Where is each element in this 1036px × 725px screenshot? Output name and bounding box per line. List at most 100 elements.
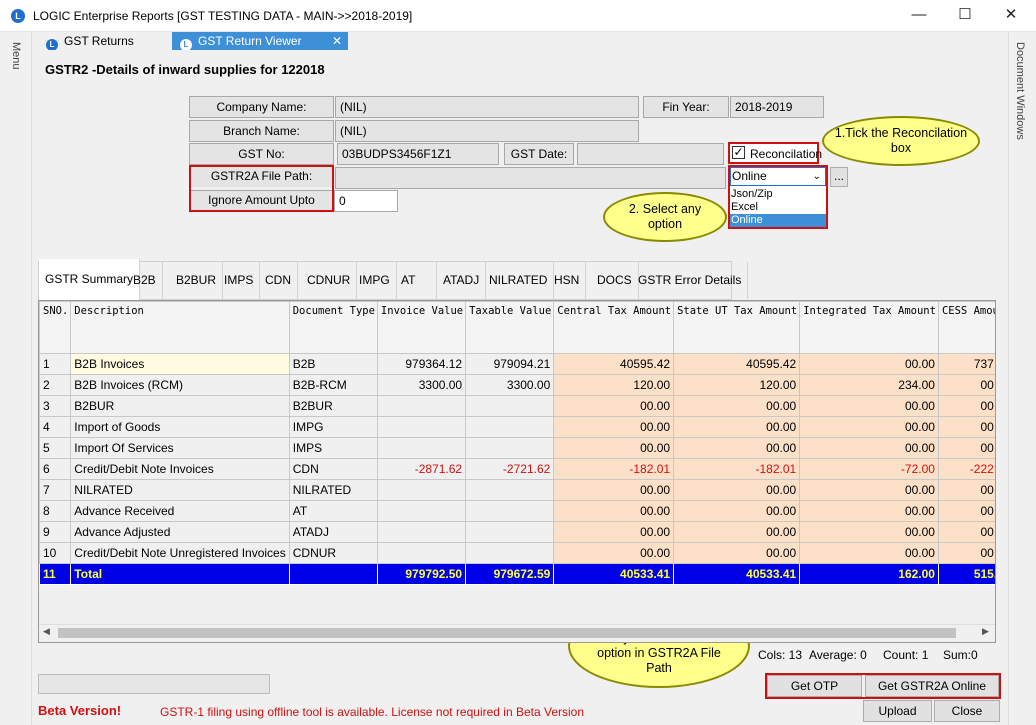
tab-gst-return-viewer[interactable]: L GST Return Viewer ✕	[172, 32, 348, 51]
tab-gst-returns[interactable]: L GST Returns	[46, 32, 134, 51]
table-cell	[465, 416, 555, 438]
file-type-select[interactable]: Online ⌄	[730, 167, 826, 186]
menu-toggle[interactable]: Menu	[10, 42, 22, 70]
minimize-button[interactable]: —	[896, 0, 942, 32]
table-cell: 00.00	[937, 416, 995, 438]
table-row[interactable]: 10 Credit/Debit Note Unregistered Invoice…	[39, 542, 995, 564]
close-window-button[interactable]: ✕	[988, 0, 1034, 32]
dropdown-option-excel[interactable]: Excel	[730, 201, 826, 214]
tab-hsn[interactable]: HSN	[548, 262, 587, 299]
table-cell: 1	[39, 353, 72, 375]
ignore-amount-label: Ignore Amount Upto	[191, 190, 332, 210]
table-cell: 979672.59	[465, 563, 555, 585]
dropdown-option-online[interactable]: Online	[730, 214, 826, 227]
table-cell: 00.00	[937, 374, 995, 396]
table-cell: 40595.42	[673, 353, 801, 375]
column-header[interactable]: Description	[70, 301, 290, 354]
tab-at[interactable]: AT	[395, 262, 437, 299]
file-type-selected-value: Online	[732, 169, 767, 183]
table-row[interactable]: 2 B2B Invoices (RCM) B2B-RCM 3300.00 3300.00…	[39, 374, 995, 396]
tab-b2b[interactable]: B2B	[127, 262, 163, 299]
column-header[interactable]: Taxable Value	[465, 301, 555, 354]
table-cell: 00.00	[553, 437, 675, 459]
table-row[interactable]: 4Import of GoodsIMPG00.0000.0000.0000.00…	[39, 416, 995, 438]
gst-no-field[interactable]: 03BUDPS3456F1Z1	[337, 143, 499, 165]
reconcilation-checkbox[interactable]: ✓	[732, 146, 745, 159]
table-cell: 00.00	[799, 479, 939, 501]
dropdown-option-json-zip[interactable]: Json/Zip	[730, 188, 826, 201]
gst-date-field[interactable]	[577, 143, 724, 165]
table-row[interactable]: 6 Credit/Debit Note Invoices CDN -2871.62 -2…	[39, 458, 995, 480]
gstr2a-file-path-field[interactable]	[335, 167, 726, 189]
file-type-dropdown-list: Json/Zip Excel Online	[730, 188, 826, 227]
table-cell: 3300.00	[465, 374, 555, 396]
document-windows-toggle[interactable]: Document Windows	[1014, 42, 1026, 140]
maximize-button[interactable]: ☐	[942, 0, 988, 32]
close-tab-icon[interactable]: ✕	[332, 32, 342, 50]
tab-cdn[interactable]: CDN	[259, 262, 298, 299]
get-gstr2a-online-button[interactable]: Get GSTR2A Online	[865, 675, 999, 697]
column-header[interactable]: Invoice Value	[376, 301, 467, 354]
table-cell: 00.00	[799, 437, 939, 459]
total-row[interactable]: 11 Total 979792.50 979672.59 40533.41 40533.4…	[39, 563, 995, 585]
table-cell: 00.00	[673, 521, 801, 543]
tab-atadj[interactable]: ATADJ	[437, 262, 487, 299]
summary-grid[interactable]: SNO. Description Document Type Invoice Valu…	[38, 300, 996, 643]
column-header[interactable]: CESS Amount	[937, 301, 995, 354]
table-row[interactable]: 8Advance ReceivedAT00.0000.0000.0000.000…	[39, 500, 995, 522]
tab-impg[interactable]: IMPG	[353, 262, 397, 299]
tab-gstr-error-details[interactable]: GSTR Error Details	[632, 262, 749, 299]
column-header[interactable]: Document Type	[288, 301, 378, 354]
fin-year-field[interactable]: 2018-2019	[730, 96, 824, 118]
column-header[interactable]: SNO.	[39, 301, 72, 354]
table-cell: 979094.21	[465, 353, 555, 375]
tab-b2bur[interactable]: B2BUR	[170, 262, 224, 299]
column-header[interactable]: Integrated Tax Amount	[799, 301, 939, 354]
table-row[interactable]: 1 B2B Invoices B2B 979364.12 979094.21 40595.…	[39, 353, 995, 375]
table-cell: 11	[39, 563, 72, 585]
tab-label: GST Returns	[64, 34, 134, 48]
table-cell: B2B Invoices (RCM)	[70, 374, 290, 396]
scroll-left-icon[interactable]: ◀	[43, 626, 50, 637]
table-cell: 00.00	[673, 500, 801, 522]
callout-select-option: 2. Select any option	[603, 192, 727, 242]
table-cell: 120.00	[553, 374, 675, 396]
upload-button[interactable]: Upload	[863, 700, 932, 722]
table-cell: 00.00	[553, 416, 675, 438]
table-row[interactable]: 3B2BURB2BUR00.0000.0000.0000.0000.0000.0…	[39, 395, 995, 417]
table-cell	[376, 500, 467, 522]
table-cell: 00.00	[553, 395, 675, 417]
table-cell: 00.00	[673, 479, 801, 501]
table-cell: 162.00	[799, 563, 939, 585]
branch-name-field[interactable]: (NIL)	[335, 120, 639, 142]
column-header[interactable]: State UT Tax Amount	[673, 301, 801, 354]
ignore-amount-input[interactable]: 0	[334, 190, 398, 212]
column-header[interactable]: Central Tax Amount	[553, 301, 675, 354]
table-cell	[376, 542, 467, 564]
status-count: Count: 1	[883, 648, 929, 662]
tab-imps[interactable]: IMPS	[218, 262, 261, 299]
table-row[interactable]: 5 Import Of Services IMPS 00.00 00.00 00.00 00…	[39, 437, 995, 459]
tab-cdnur[interactable]: CDNUR	[301, 262, 358, 299]
table-cell: 00.00	[673, 437, 801, 459]
tab-nilrated[interactable]: NILRATED	[483, 262, 555, 299]
table-cell	[465, 395, 555, 417]
table-cell: 234.00	[799, 374, 939, 396]
scroll-right-icon[interactable]: ▶	[982, 626, 989, 637]
tab-gstr-summary[interactable]: GSTR Summary	[39, 259, 141, 300]
table-cell	[376, 521, 467, 543]
table-row[interactable]: 7NILRATEDNILRATED00.0000.0000.0000.0000.…	[39, 479, 995, 501]
get-otp-button[interactable]: Get OTP	[767, 675, 862, 697]
app-logo-icon: L	[11, 9, 25, 23]
table-row[interactable]: 9Advance AdjustedATADJ00.0000.0000.0000.…	[39, 521, 995, 543]
table-cell: IMPS	[288, 437, 378, 459]
browse-button[interactable]: ...	[830, 167, 848, 187]
company-name-label: Company Name:	[189, 96, 334, 118]
branch-name-label: Branch Name:	[189, 120, 334, 142]
close-button[interactable]: Close	[934, 700, 1000, 722]
scrollbar-thumb[interactable]	[58, 628, 956, 638]
table-cell: 40533.41	[553, 563, 675, 585]
table-cell: 9	[39, 521, 72, 543]
company-name-field[interactable]: (NIL)	[335, 96, 639, 118]
table-cell: Import Of Services	[70, 437, 290, 459]
